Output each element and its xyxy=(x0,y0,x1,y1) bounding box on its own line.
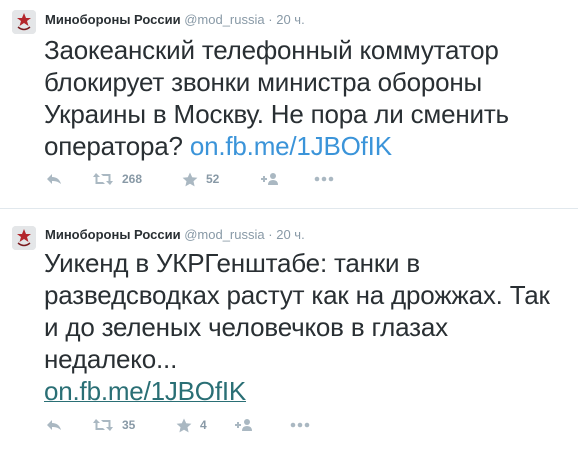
follow-button[interactable] xyxy=(260,169,280,189)
reply-button[interactable] xyxy=(46,415,62,435)
star-icon xyxy=(182,172,198,186)
tweet-header: Минобороны России @mod_russia · 20 ч. xyxy=(45,11,305,29)
tweet-text: Уикенд в УКРГенштабе: танки в разведсвод… xyxy=(44,247,570,407)
author-name[interactable]: Минобороны России xyxy=(45,227,181,242)
separator: · xyxy=(268,227,273,242)
star-icon xyxy=(176,418,192,432)
tweet-text-line: и до зеленых человечков в глазах xyxy=(44,312,448,342)
author-handle[interactable]: @mod_russia xyxy=(184,227,264,242)
more-button[interactable] xyxy=(314,169,334,189)
reply-icon xyxy=(47,420,61,430)
more-button[interactable] xyxy=(290,415,310,435)
tweet-text: Заокеанский телефонный коммутатор блокир… xyxy=(44,34,570,162)
follow-button[interactable] xyxy=(234,415,254,435)
tweet-header: Минобороны России @mod_russia · 20 ч. xyxy=(45,226,305,244)
more-icon xyxy=(314,176,334,182)
retweet-icon xyxy=(93,173,113,185)
tweet-text-line: on.fb.me/1JBOfIK xyxy=(44,375,570,407)
tweet-text-line: Заокеанский телефонный коммутатор xyxy=(44,35,499,65)
avatar[interactable] xyxy=(12,226,36,250)
tweet: Минобороны России @mod_russia · 20 ч. Уи… xyxy=(0,208,578,453)
avatar[interactable] xyxy=(12,10,36,34)
retweet-button[interactable]: 35 xyxy=(92,415,135,435)
tweet-link[interactable]: on.fb.me/1JBOfIK xyxy=(190,131,392,161)
emblem-icon xyxy=(12,226,36,250)
tweet-link[interactable]: on.fb.me/1JBOfIK xyxy=(44,376,246,406)
follow-icon xyxy=(235,419,252,431)
separator: · xyxy=(268,12,273,27)
timestamp[interactable]: 20 ч. xyxy=(276,12,304,27)
emblem-icon xyxy=(12,10,36,34)
tweet: Минобороны России @mod_russia · 20 ч. За… xyxy=(0,0,578,208)
retweet-count: 35 xyxy=(122,418,136,432)
tweet-text-line: разведсводках растут как на дрожжах. Так xyxy=(44,280,550,310)
tweet-text-line: недалеко... xyxy=(44,344,178,374)
author-name[interactable]: Минобороны России xyxy=(45,12,181,27)
tweet-text-line: оператора? on.fb.me/1JBOfIK xyxy=(44,130,570,162)
retweet-count: 268 xyxy=(122,172,143,186)
follow-icon xyxy=(261,173,278,185)
tweet-text-line: Уикенд в УКРГенштабе: танки в xyxy=(44,248,420,278)
favorite-button[interactable]: 4 xyxy=(176,415,207,435)
author-handle[interactable]: @mod_russia xyxy=(184,12,264,27)
retweet-icon xyxy=(93,419,113,431)
reply-icon xyxy=(47,174,61,184)
timestamp[interactable]: 20 ч. xyxy=(276,227,304,242)
favorite-count: 52 xyxy=(206,172,220,186)
favorite-count: 4 xyxy=(200,418,207,432)
tweet-text-line: Украины в Москву. Не пора ли сменить xyxy=(44,99,509,129)
tweet-text-line: блокирует звонки министра обороны xyxy=(44,67,483,97)
favorite-button[interactable]: 52 xyxy=(182,169,219,189)
reply-button[interactable] xyxy=(46,169,62,189)
more-icon xyxy=(290,422,310,428)
tweet-text-fragment: оператора? xyxy=(44,131,183,161)
retweet-button[interactable]: 268 xyxy=(92,169,142,189)
